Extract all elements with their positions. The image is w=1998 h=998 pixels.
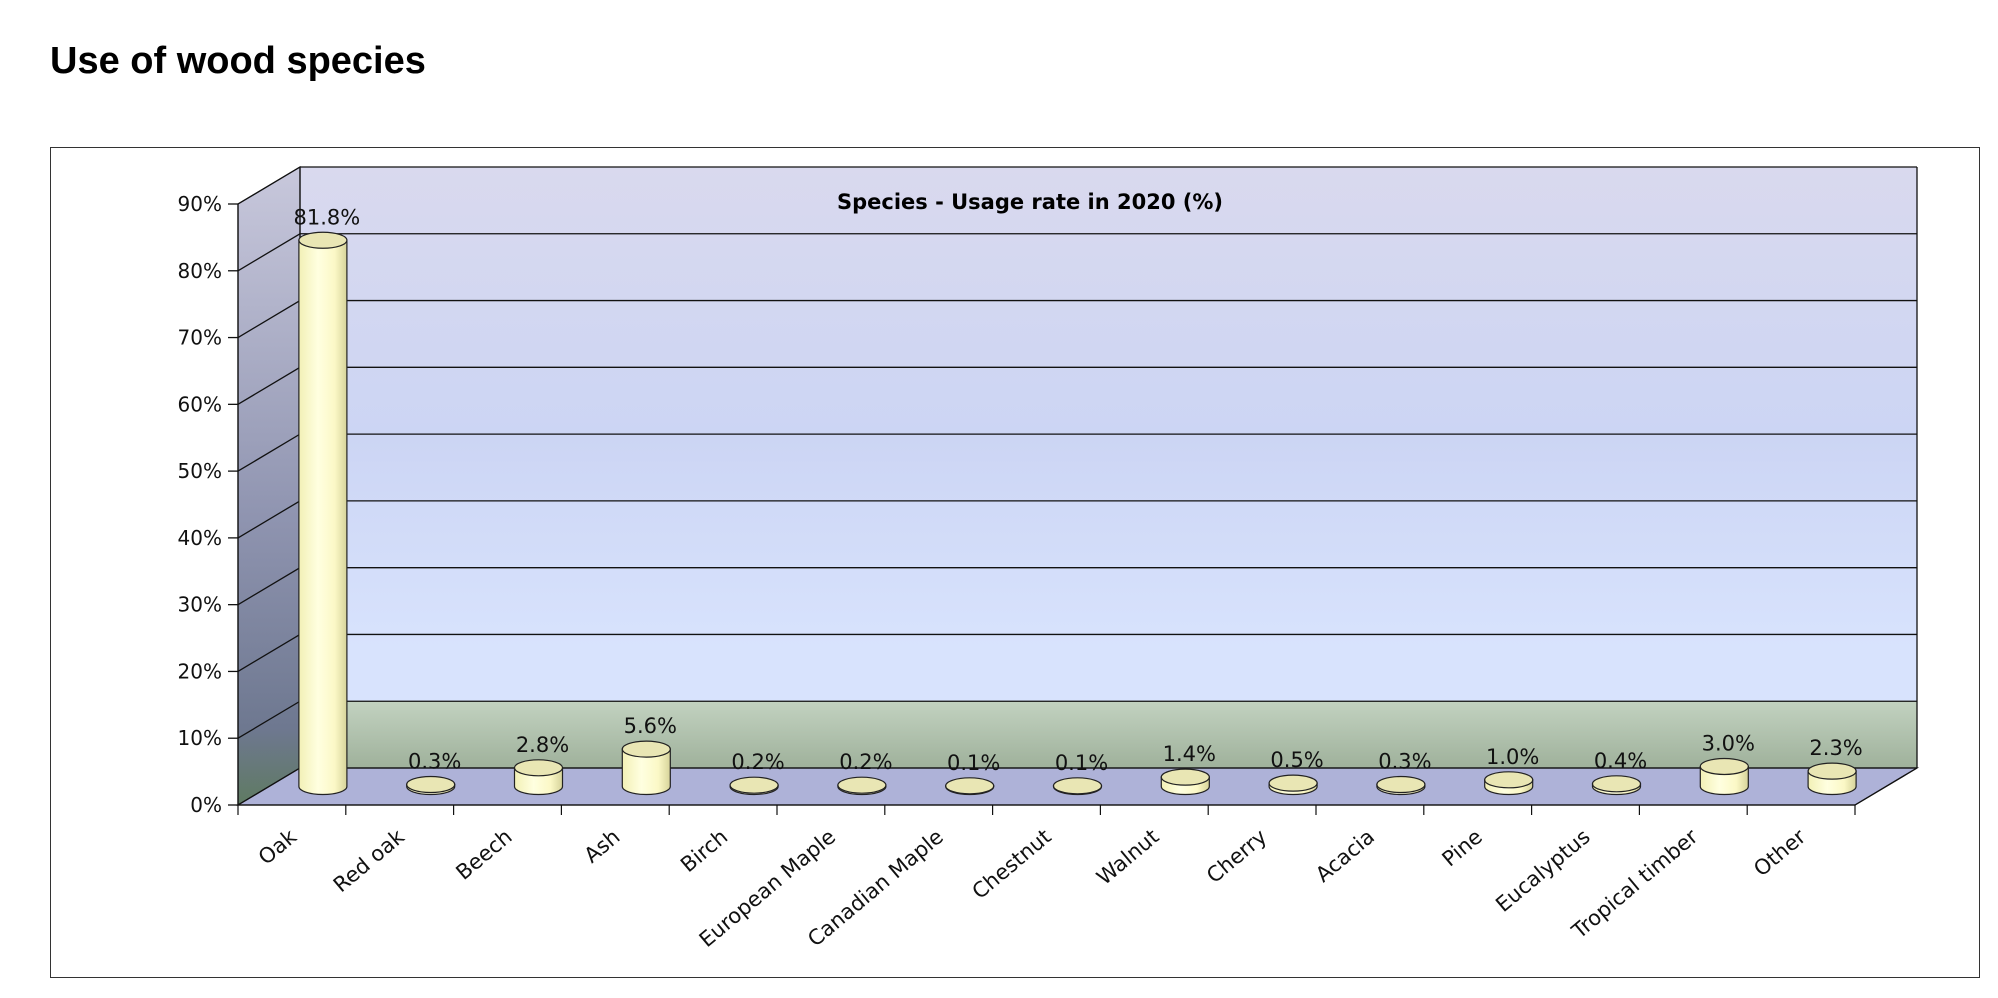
bar bbox=[1376, 775, 1426, 796]
y-tick-label: 10% bbox=[178, 726, 222, 750]
x-tick-label: Chestnut bbox=[968, 824, 1056, 903]
bar bbox=[1268, 774, 1318, 796]
bar-top bbox=[406, 775, 456, 794]
x-tick-label: Beech bbox=[451, 824, 516, 884]
y-tick-label: 30% bbox=[178, 593, 222, 617]
data-label: 5.6% bbox=[624, 714, 677, 738]
y-tick-label: 0% bbox=[190, 793, 222, 817]
bar bbox=[406, 775, 456, 796]
x-tick-label: Red oak bbox=[329, 824, 410, 897]
bar bbox=[1699, 757, 1749, 796]
data-label: 2.3% bbox=[1809, 736, 1862, 760]
data-label: 0.5% bbox=[1270, 748, 1323, 772]
x-tick-label: Acacia bbox=[1311, 824, 1379, 887]
bar-top bbox=[1699, 757, 1749, 776]
data-label: 0.3% bbox=[1378, 749, 1431, 773]
bar-top bbox=[837, 776, 887, 794]
bar bbox=[298, 231, 348, 796]
x-tick-label: Ash bbox=[579, 824, 624, 867]
bar-top bbox=[1376, 775, 1426, 794]
data-label: 1.0% bbox=[1486, 745, 1539, 769]
data-label: 2.8% bbox=[516, 733, 569, 757]
bar-top bbox=[298, 231, 348, 249]
data-label: 81.8% bbox=[294, 205, 361, 229]
bar-top bbox=[1591, 775, 1642, 793]
bar-body bbox=[298, 239, 348, 796]
bar bbox=[729, 776, 779, 796]
chart-walls bbox=[235, 165, 1920, 807]
bar-top bbox=[1807, 762, 1857, 780]
y-tick-label: 70% bbox=[178, 326, 222, 350]
data-label: 3.0% bbox=[1702, 731, 1755, 755]
bar bbox=[945, 777, 995, 796]
data-label: 0.2% bbox=[839, 750, 892, 774]
bar bbox=[1052, 777, 1103, 796]
x-tick-label: Eucalyptus bbox=[1491, 824, 1595, 916]
bar bbox=[1807, 762, 1857, 796]
x-tick-label: Pine bbox=[1438, 824, 1487, 871]
bar bbox=[513, 759, 564, 796]
x-tick-label: Other bbox=[1749, 824, 1810, 881]
x-tick-label: Birch bbox=[676, 824, 732, 877]
y-tick-label: 90% bbox=[178, 192, 222, 216]
data-label: 0.1% bbox=[947, 751, 1000, 775]
side-wall bbox=[237, 165, 301, 807]
data-label: 0.3% bbox=[408, 749, 461, 773]
x-tick-label: Walnut bbox=[1092, 824, 1163, 889]
data-label: 1.4% bbox=[1163, 742, 1216, 766]
data-label: 0.4% bbox=[1594, 749, 1647, 773]
data-label: 0.1% bbox=[1055, 751, 1108, 775]
bar-top bbox=[513, 759, 564, 777]
y-tick-label: 50% bbox=[178, 459, 222, 483]
bar-top bbox=[1268, 774, 1318, 792]
bar-top bbox=[729, 776, 779, 794]
y-tick-label: 80% bbox=[178, 259, 222, 283]
bar-top bbox=[1484, 771, 1534, 789]
x-axis: Oak Red oak Beech Ash BirchEuropean MapleCan… bbox=[237, 805, 1856, 952]
bar-top bbox=[1052, 777, 1103, 795]
back-wall bbox=[300, 167, 1917, 768]
y-tick-label: 20% bbox=[178, 659, 222, 683]
bar-chart: 0% 10% 20% 30% 40% 50% 60% 70% 80% 90% 81.8% 0.3% 2… bbox=[178, 165, 1920, 952]
bar bbox=[621, 740, 671, 796]
chart-title: Species - Usage rate in 2020 (%) bbox=[837, 190, 1223, 214]
bar bbox=[1591, 775, 1642, 796]
x-tick-label: Oak bbox=[254, 824, 302, 870]
data-label: 0.2% bbox=[731, 750, 784, 774]
bar bbox=[1160, 768, 1210, 796]
bar-top bbox=[621, 740, 671, 758]
bar-top bbox=[1160, 768, 1210, 786]
bar bbox=[1484, 771, 1534, 796]
y-tick-label: 40% bbox=[178, 526, 222, 550]
y-tick-label: 60% bbox=[178, 392, 222, 416]
bar bbox=[837, 776, 887, 796]
bar-top bbox=[945, 777, 995, 795]
x-tick-label: Cherry bbox=[1202, 824, 1271, 888]
